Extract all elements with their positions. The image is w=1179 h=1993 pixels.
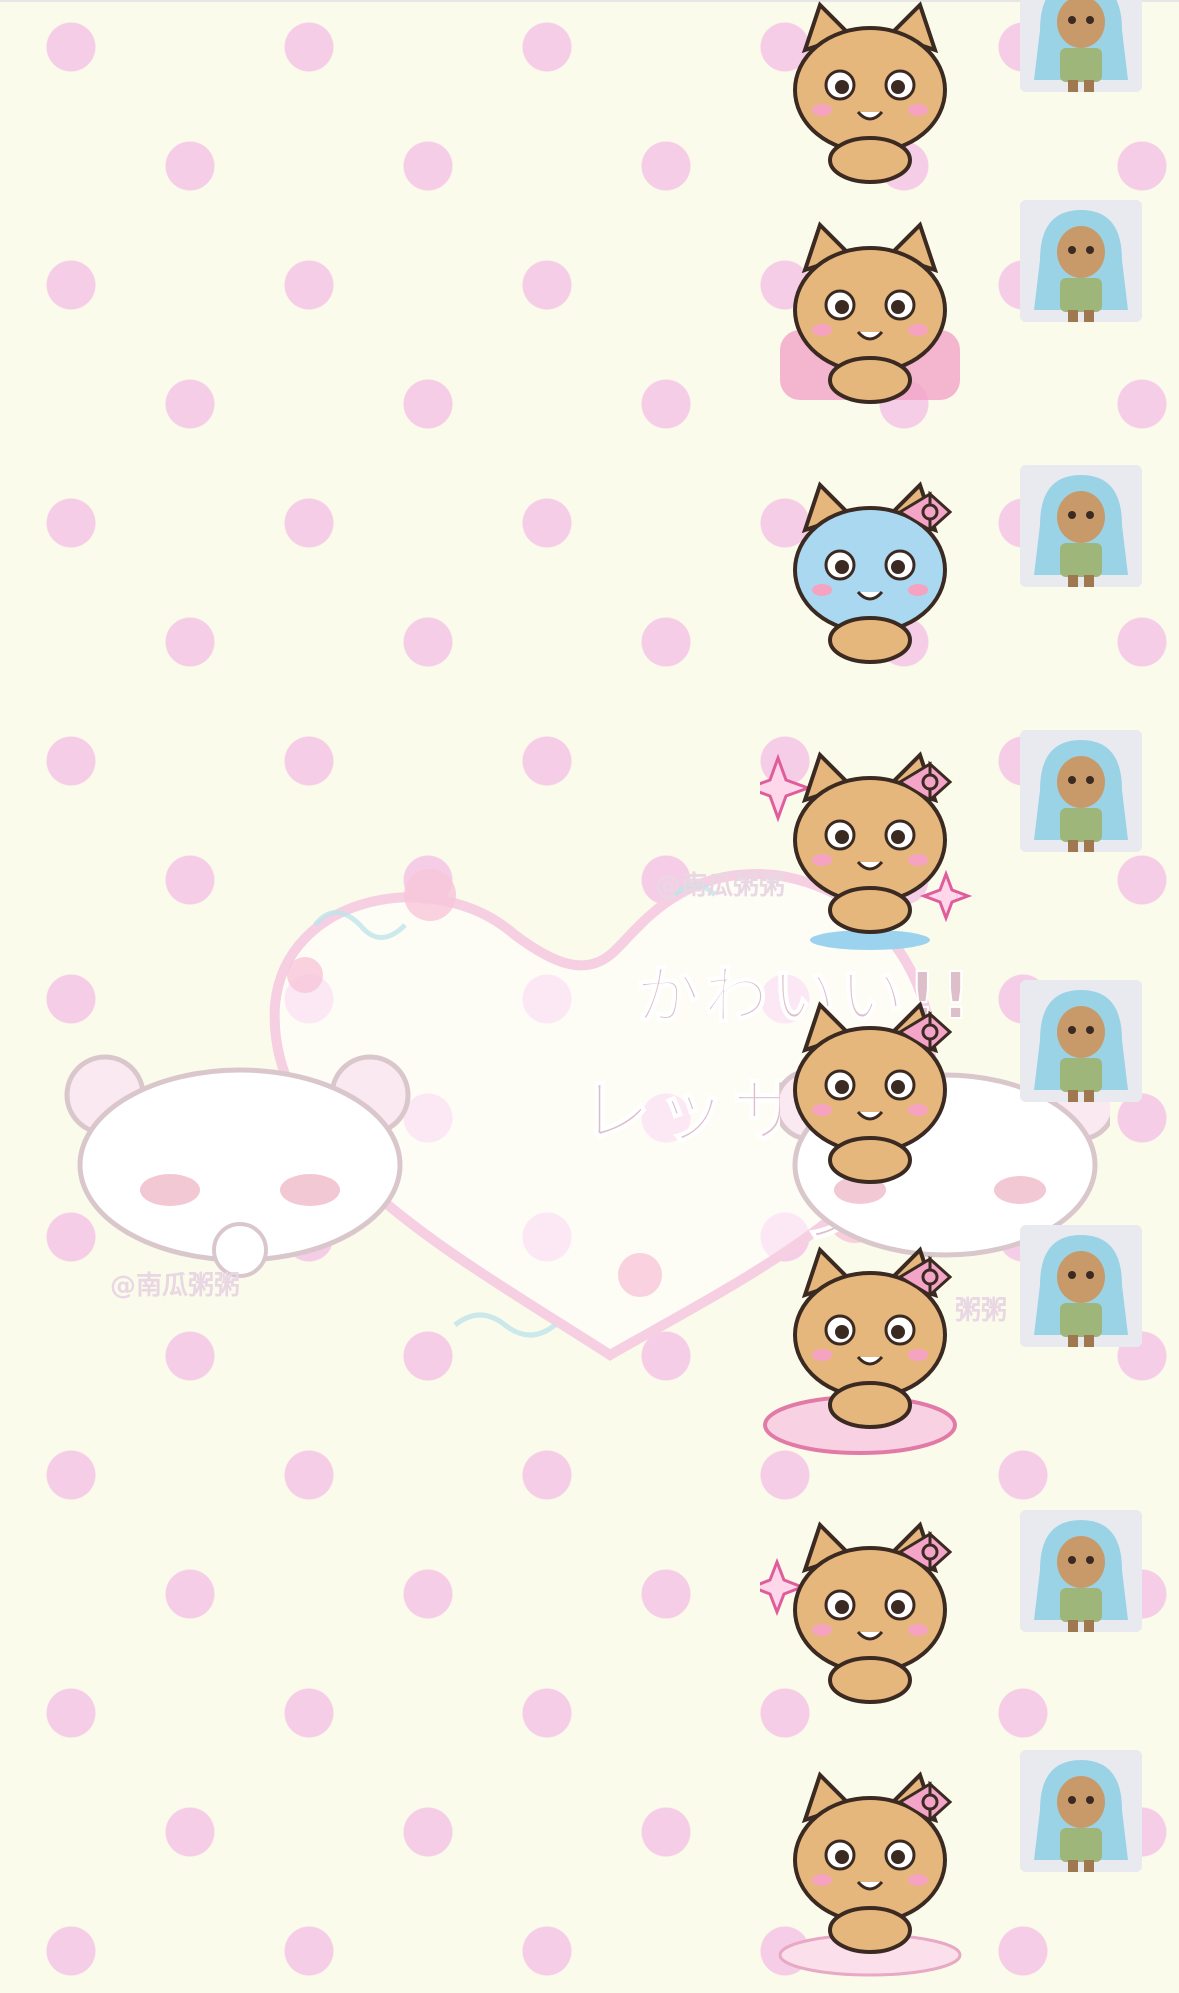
user-avatar-icon[interactable] (1020, 1750, 1142, 1872)
cat-dizzy-in-bed-sticker-icon[interactable] (760, 210, 980, 430)
user-avatar-icon[interactable] (1020, 1225, 1142, 1347)
watermark-credit-left: @南瓜粥粥 (110, 1271, 241, 1301)
cat-dessert-sticker-icon[interactable] (760, 1235, 980, 1455)
user-avatar-icon[interactable] (1020, 980, 1142, 1102)
message-row (0, 0, 1179, 1977)
chat-screen: かわいい!! レッサーパ ンダ @南瓜粥粥 @南瓜粥粥 粥粥 (0, 0, 1179, 1993)
user-avatar-icon[interactable] (1020, 730, 1142, 852)
user-avatar-icon[interactable] (1020, 1510, 1142, 1632)
cat-tearful-phone-sticker-icon[interactable] (760, 990, 980, 1210)
cat-makeup-sticker-icon[interactable] (760, 1760, 980, 1980)
cat-crying-sparkle-sticker-icon[interactable] (743, 740, 980, 960)
cat-happy-sparkle-sticker-icon[interactable] (747, 1510, 980, 1730)
user-avatar-icon[interactable] (1020, 465, 1142, 587)
cat-face-mask-sticker-icon[interactable] (760, 470, 980, 690)
